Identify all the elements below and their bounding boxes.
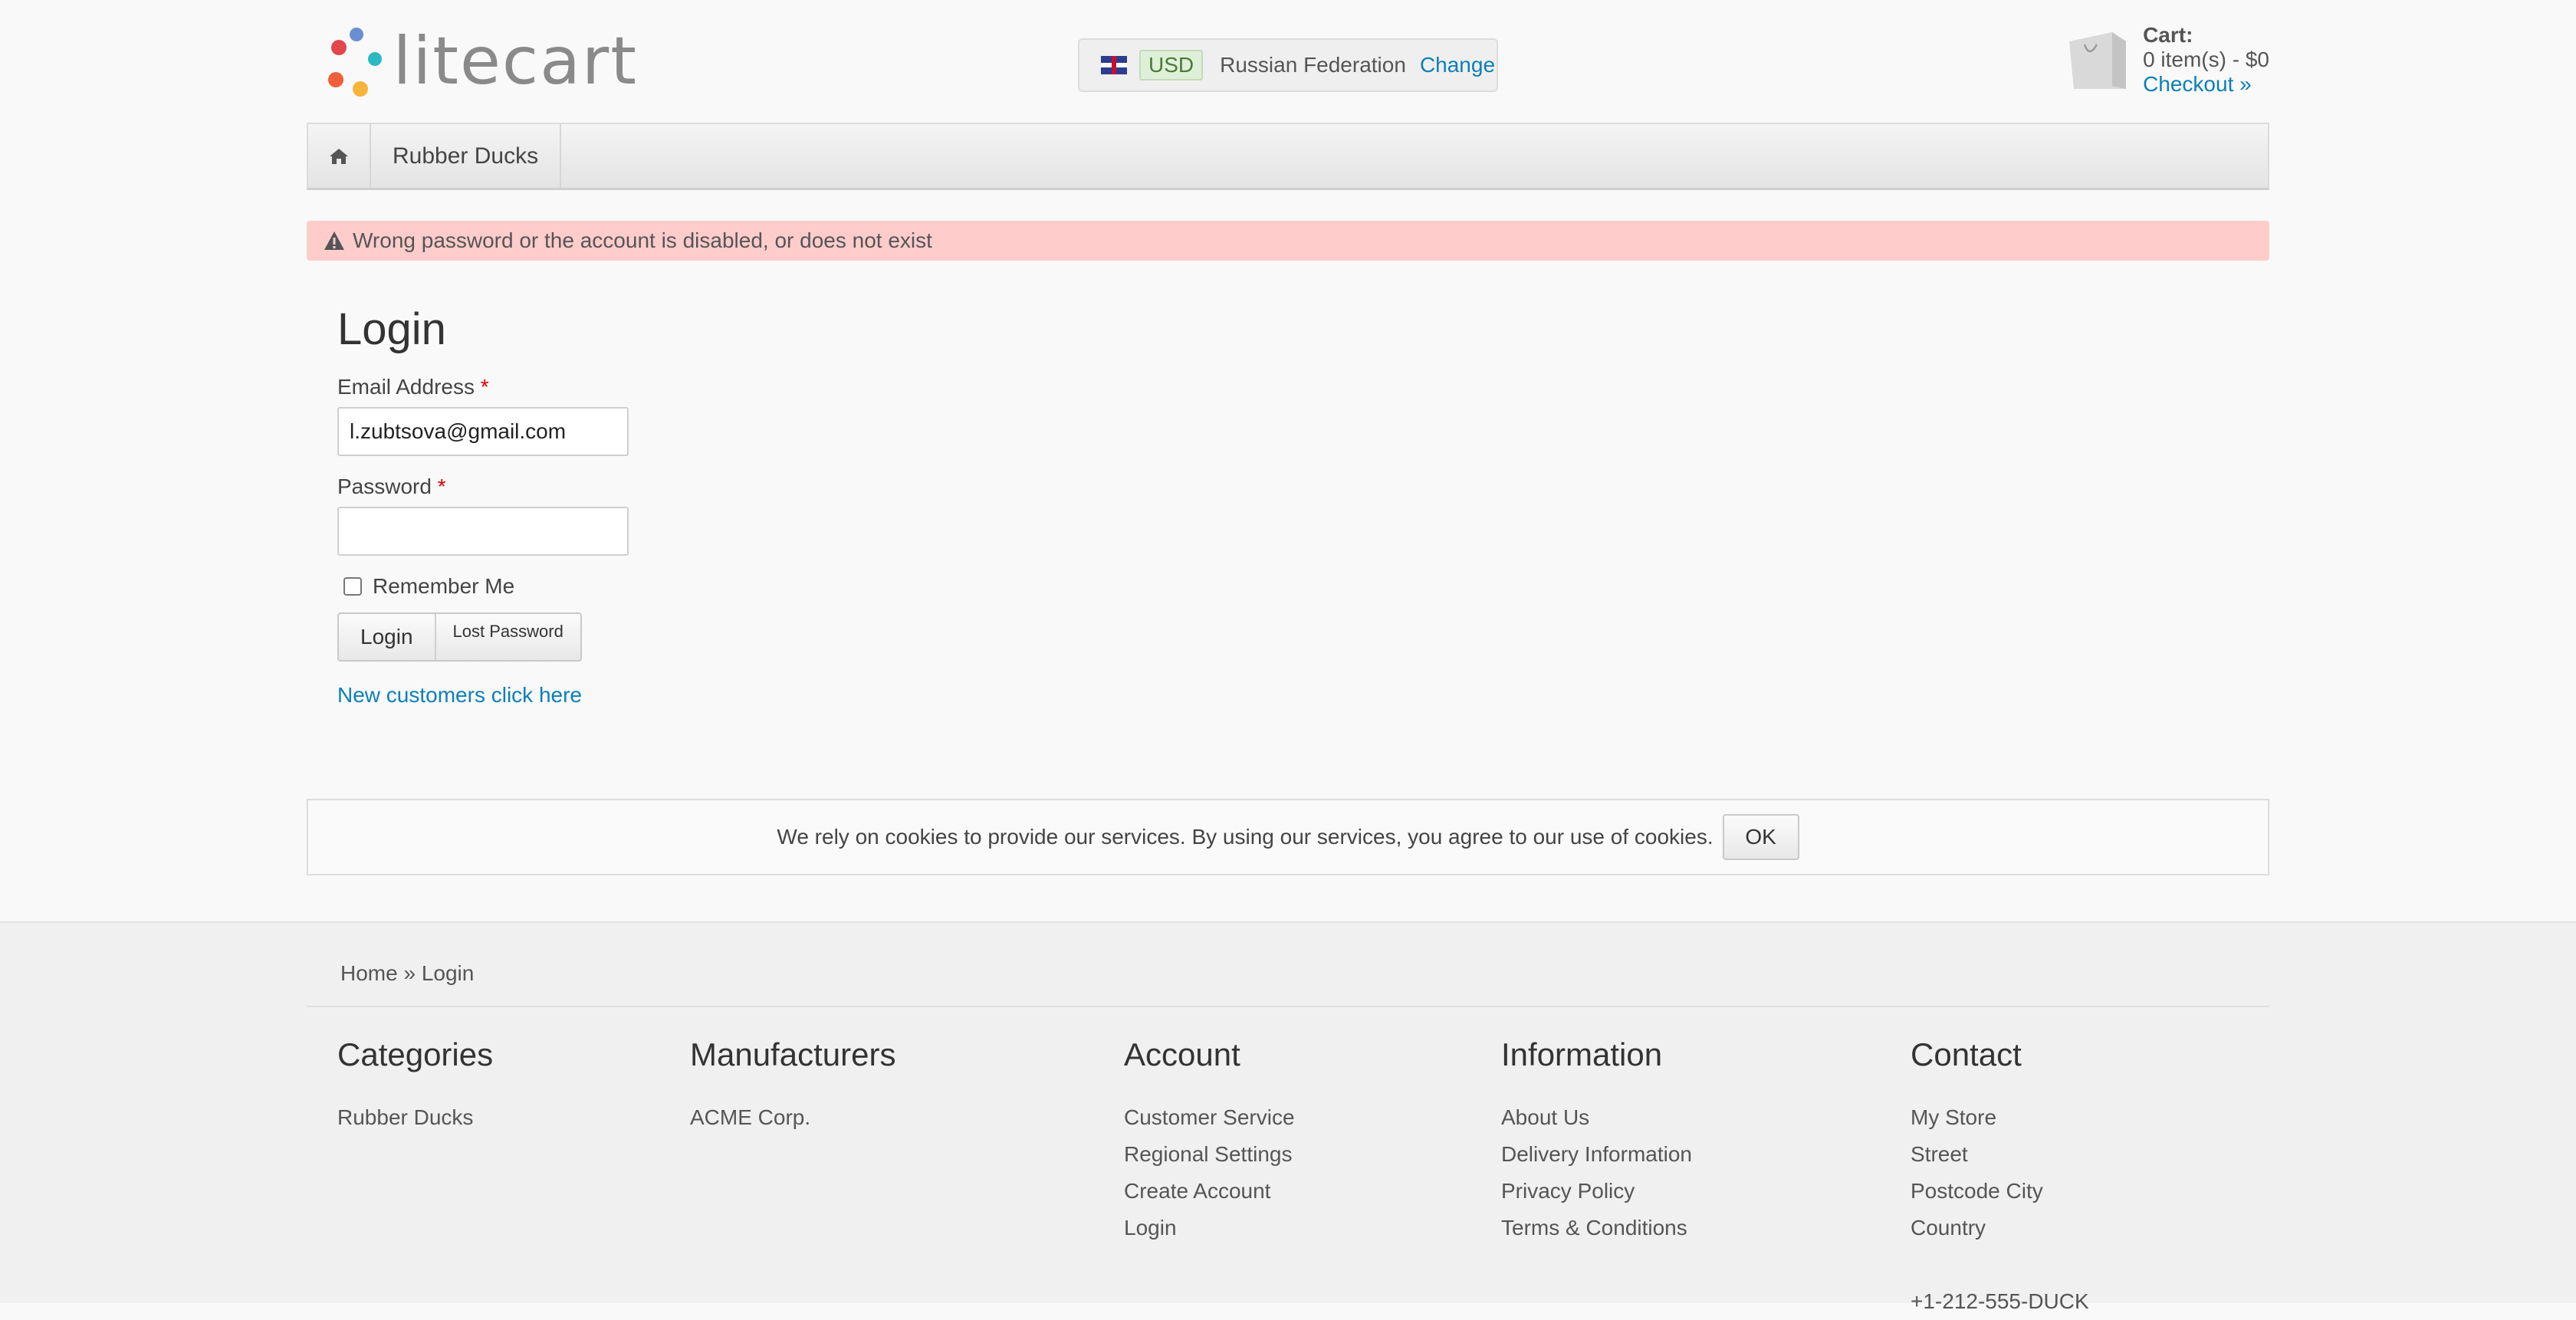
nav-item-rubber-ducks[interactable]: Rubber Ducks	[371, 124, 562, 188]
footer-column-title: Manufacturers	[690, 1036, 896, 1072]
cookie-ok-button[interactable]: OK	[1722, 814, 1799, 860]
site-header: litecart USD Russian Federation Change C…	[307, 0, 2269, 123]
footer-link[interactable]: About Us	[1501, 1099, 1692, 1136]
footer-column-title: Categories	[337, 1036, 494, 1072]
contact-phone-link[interactable]: +1-212-555-DUCK	[1911, 1283, 2089, 1320]
email-label: Email Address *	[337, 375, 489, 399]
region-selector: USD Russian Federation Change	[1078, 38, 1498, 92]
footer-link[interactable]: Privacy Policy	[1501, 1173, 1692, 1210]
page-title: Login	[337, 304, 446, 354]
breadcrumb-separator: »	[403, 961, 416, 985]
footer-contact: Contact My Store Street Postcode City Co…	[1911, 1036, 2089, 1320]
footer-link[interactable]: Rubber Ducks	[337, 1099, 493, 1136]
email-input[interactable]	[337, 407, 629, 456]
footer-link[interactable]: Customer Service	[1124, 1099, 1295, 1136]
contact-line: Postcode City	[1911, 1179, 2043, 1203]
country-label: Russian Federation	[1220, 53, 1406, 77]
currency-badge: USD	[1139, 50, 1204, 80]
password-label: Password *	[337, 474, 446, 498]
remember-me-label: Remember Me	[373, 574, 515, 598]
warning-icon	[324, 231, 344, 250]
cookie-message: We rely on cookies to provide our servic…	[777, 825, 1714, 849]
logo-link[interactable]: litecart	[316, 23, 638, 100]
alert-message: Wrong password or the account is disable…	[353, 228, 932, 252]
login-button-group: Login Lost Password	[337, 612, 582, 662]
footer-link[interactable]: Regional Settings	[1124, 1136, 1295, 1173]
contact-line: Street	[1911, 1142, 1968, 1166]
contact-line: My Store	[1911, 1105, 1997, 1129]
footer-account: Account Customer Service Regional Settin…	[1124, 1036, 1295, 1246]
footer-link[interactable]: Delivery Information	[1501, 1136, 1692, 1173]
cookie-notice: We rely on cookies to provide our servic…	[307, 799, 2269, 875]
remember-me-checkbox[interactable]	[343, 577, 362, 596]
home-icon	[330, 148, 348, 164]
footer-link[interactable]: Create Account	[1124, 1173, 1295, 1210]
main-nav: Rubber Ducks	[307, 123, 2269, 190]
footer-column-title: Contact	[1911, 1036, 2022, 1072]
logo-dots-icon	[316, 23, 383, 100]
footer-column-title: Information	[1501, 1036, 1663, 1072]
breadcrumb: Home » Login	[340, 961, 474, 986]
contact-spacer	[1911, 1246, 2089, 1283]
nav-home[interactable]	[308, 124, 371, 188]
password-input[interactable]	[337, 507, 629, 556]
cart-summary: 0 item(s) - $0	[2143, 48, 2269, 71]
breadcrumb-home[interactable]: Home	[340, 961, 398, 985]
cart-widget[interactable]: Cart: 0 item(s) - $0 Checkout »	[2066, 23, 2269, 100]
login-button[interactable]: Login	[339, 614, 436, 660]
cart-title: Cart:	[2143, 23, 2193, 47]
change-region-link[interactable]: Change	[1420, 53, 1495, 77]
footer-link[interactable]: ACME Corp.	[690, 1099, 895, 1136]
logo-text: litecart	[393, 23, 638, 100]
new-customers-link[interactable]: New customers click here	[337, 683, 2269, 708]
footer-information: Information About Us Delivery Informatio…	[1501, 1036, 1692, 1246]
error-alert: Wrong password or the account is disable…	[307, 221, 2269, 261]
site-footer: Home » Login Categories Rubber Ducks Man…	[0, 921, 2576, 1313]
uk-flag-icon	[1101, 56, 1127, 74]
shopping-bag-icon	[2069, 32, 2127, 89]
footer-column-title: Account	[1124, 1036, 1240, 1072]
footer-divider	[307, 1006, 2269, 1007]
checkout-link[interactable]: Checkout »	[2143, 72, 2252, 96]
contact-line: Country	[1911, 1216, 1986, 1240]
login-box: Login Email Address * Password * Remembe…	[307, 291, 2269, 708]
breadcrumb-current: Login	[421, 961, 475, 985]
remember-me-row: Remember Me	[337, 574, 2269, 599]
lost-password-button[interactable]: Lost Password	[436, 614, 580, 660]
footer-manufacturers: Manufacturers ACME Corp.	[690, 1036, 895, 1136]
footer-link[interactable]: Terms & Conditions	[1501, 1210, 1692, 1246]
footer-categories: Categories Rubber Ducks	[337, 1036, 493, 1136]
footer-link[interactable]: Login	[1124, 1210, 1295, 1246]
